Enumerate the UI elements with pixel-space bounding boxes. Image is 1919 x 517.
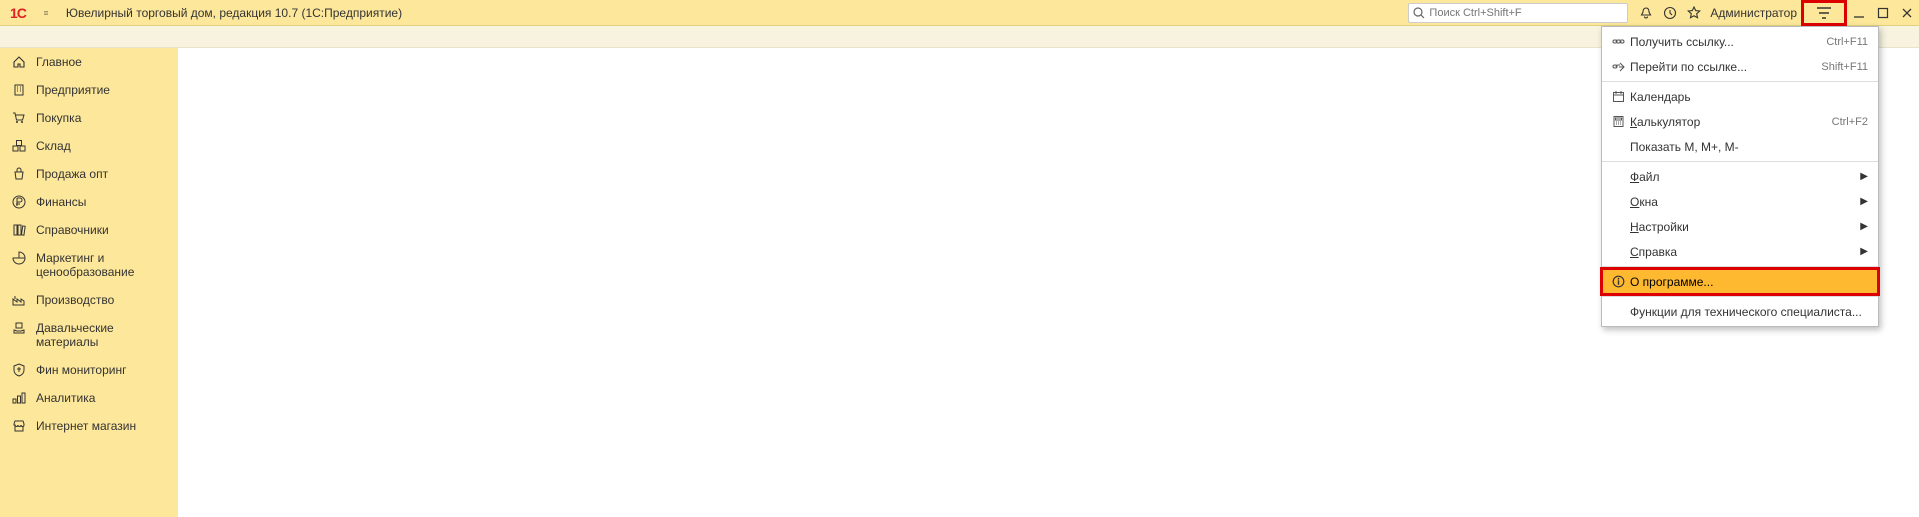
sidebar-item-cart[interactable]: Покупка xyxy=(0,104,178,132)
sidebar-item-label: Предприятие xyxy=(36,83,110,97)
menu-item-получить-ссылку-[interactable]: Получить ссылку...Ctrl+F11 xyxy=(1602,29,1878,54)
menu-item-функции-для-технического-специалиста-[interactable]: Функции для технического специалиста... xyxy=(1602,299,1878,324)
sidebar-item-label: Производство xyxy=(36,293,114,307)
sidebar-item-shop[interactable]: Интернет магазин xyxy=(0,412,178,440)
crest-icon xyxy=(12,363,26,377)
sidebar: Главное Предприятие Покупка Склад Продажа оп… xyxy=(0,48,178,517)
menu-separator xyxy=(1602,81,1878,82)
sidebar-item-building[interactable]: Предприятие xyxy=(0,76,178,104)
bag-icon xyxy=(12,167,26,181)
calendar-icon xyxy=(1612,90,1630,103)
sidebar-item-label: Покупка xyxy=(36,111,81,125)
main-menu-icon[interactable] xyxy=(34,1,58,25)
sidebar-item-label: Склад xyxy=(36,139,71,153)
menu-item-label: Справка xyxy=(1630,245,1854,259)
menu-item-файл[interactable]: Файл▶ xyxy=(1602,164,1878,189)
menu-item-label: Показать M, M+, M- xyxy=(1630,140,1868,154)
cart-icon xyxy=(12,111,26,125)
search-field[interactable] xyxy=(1408,3,1628,23)
menu-item-label: Получить ссылку... xyxy=(1630,35,1826,49)
submenu-arrow-icon: ▶ xyxy=(1854,171,1868,182)
menu-item-о-программе-[interactable]: О программе... xyxy=(1602,269,1878,294)
search-icon xyxy=(1409,7,1429,19)
logo-1c: 1C xyxy=(0,5,34,21)
menu-item-справка[interactable]: Справка▶ xyxy=(1602,239,1878,264)
sidebar-item-label: Справочники xyxy=(36,223,109,237)
sidebar-item-label: Аналитика xyxy=(36,391,95,405)
menu-item-label: Календарь xyxy=(1630,90,1868,104)
sidebar-item-label: Продажа опт xyxy=(36,167,108,181)
sidebar-item-bars[interactable]: Аналитика xyxy=(0,384,178,412)
menu-item-label: Перейти по ссылке... xyxy=(1630,60,1821,74)
sidebar-item-ruble[interactable]: Финансы xyxy=(0,188,178,216)
sidebar-item-label: Маркетинг и ценообразование xyxy=(36,251,170,279)
info-icon xyxy=(1612,275,1630,288)
menu-item-показать-m-m-m-[interactable]: Показать M, M+, M- xyxy=(1602,134,1878,159)
service-menu-button-highlighted[interactable] xyxy=(1801,0,1847,26)
sidebar-item-pie[interactable]: Маркетинг и ценообразование xyxy=(0,244,178,286)
menu-separator xyxy=(1602,266,1878,267)
sidebar-item-label: Интернет магазин xyxy=(36,419,136,433)
minimize-icon[interactable] xyxy=(1847,1,1871,25)
menu-item-калькулятор[interactable]: КалькуляторCtrl+F2 xyxy=(1602,109,1878,134)
menu-shortcut: Ctrl+F2 xyxy=(1832,116,1868,128)
menu-item-окна[interactable]: Окна▶ xyxy=(1602,189,1878,214)
sidebar-item-label: Фин мониторинг xyxy=(36,363,126,377)
service-menu-icon xyxy=(1813,1,1835,25)
pie-icon xyxy=(12,251,26,265)
linkarrow-icon xyxy=(1612,60,1630,73)
bell-icon[interactable] xyxy=(1634,1,1658,25)
menu-separator xyxy=(1602,296,1878,297)
sidebar-item-factory[interactable]: Производство xyxy=(0,286,178,314)
menu-item-label: Функции для технического специалиста... xyxy=(1630,305,1868,319)
search-input[interactable] xyxy=(1429,7,1627,19)
app-title: Ювелирный торговый дом, редакция 10.7 (1… xyxy=(58,6,402,20)
ruble-icon xyxy=(12,195,26,209)
shop-icon xyxy=(12,419,26,433)
link-icon xyxy=(1612,35,1630,48)
menu-item-label: Окна xyxy=(1630,195,1854,209)
sidebar-item-crest[interactable]: Фин мониторинг xyxy=(0,356,178,384)
sidebar-item-bag[interactable]: Продажа опт xyxy=(0,160,178,188)
sidebar-item-label: Главное xyxy=(36,55,82,69)
handbox-icon xyxy=(12,321,26,335)
home-icon xyxy=(12,55,26,69)
submenu-arrow-icon: ▶ xyxy=(1854,196,1868,207)
top-bar: 1C Ювелирный торговый дом, редакция 10.7… xyxy=(0,0,1919,26)
sidebar-item-books[interactable]: Справочники xyxy=(0,216,178,244)
sidebar-item-handbox[interactable]: Давальческие материалы xyxy=(0,314,178,356)
sidebar-item-boxes[interactable]: Склад xyxy=(0,132,178,160)
close-icon[interactable] xyxy=(1895,1,1919,25)
sidebar-item-label: Финансы xyxy=(36,195,86,209)
submenu-arrow-icon: ▶ xyxy=(1854,221,1868,232)
history-icon[interactable] xyxy=(1658,1,1682,25)
sidebar-item-label: Давальческие материалы xyxy=(36,321,170,349)
service-dropdown: Получить ссылку...Ctrl+F11Перейти по ссы… xyxy=(1601,26,1879,327)
maximize-icon[interactable] xyxy=(1871,1,1895,25)
star-icon[interactable] xyxy=(1682,1,1706,25)
menu-item-label: О программе... xyxy=(1630,275,1868,289)
user-name[interactable]: Администратор xyxy=(1706,6,1801,20)
menu-shortcut: Shift+F11 xyxy=(1821,61,1868,73)
menu-item-настройки[interactable]: Настройки▶ xyxy=(1602,214,1878,239)
sidebar-item-home[interactable]: Главное xyxy=(0,48,178,76)
boxes-icon xyxy=(12,139,26,153)
bars-icon xyxy=(12,391,26,405)
building-icon xyxy=(12,83,26,97)
menu-item-label: Калькулятор xyxy=(1630,115,1832,129)
calc-icon xyxy=(1612,115,1630,128)
menu-item-календарь[interactable]: Календарь xyxy=(1602,84,1878,109)
menu-item-перейти-по-ссылке-[interactable]: Перейти по ссылке...Shift+F11 xyxy=(1602,54,1878,79)
books-icon xyxy=(12,223,26,237)
menu-shortcut: Ctrl+F11 xyxy=(1826,36,1868,48)
factory-icon xyxy=(12,293,26,307)
menu-item-label: Файл xyxy=(1630,170,1854,184)
menu-separator xyxy=(1602,161,1878,162)
submenu-arrow-icon: ▶ xyxy=(1854,246,1868,257)
menu-item-label: Настройки xyxy=(1630,220,1854,234)
